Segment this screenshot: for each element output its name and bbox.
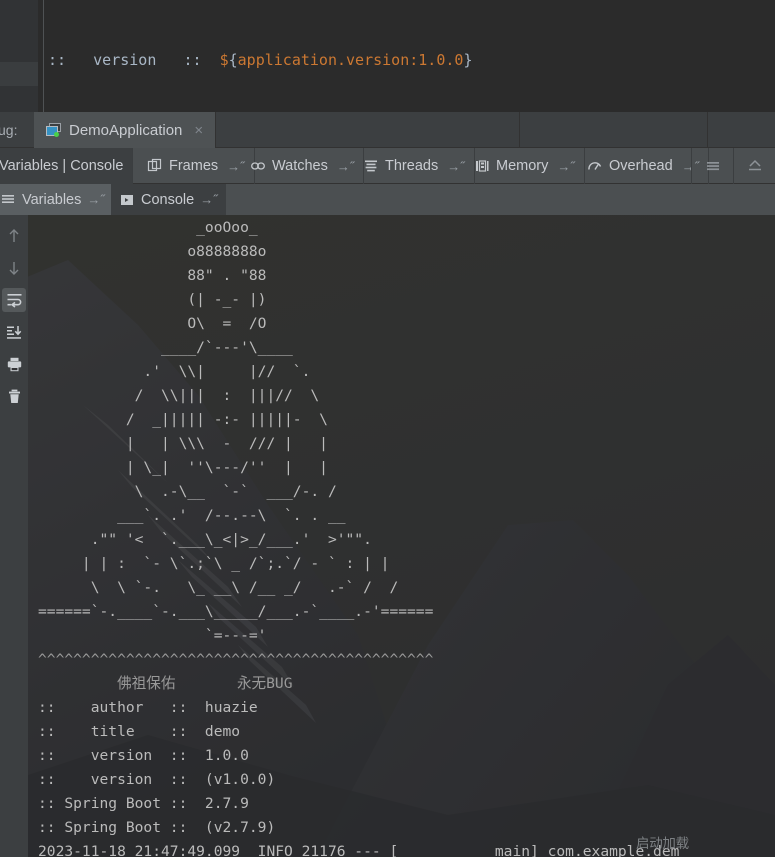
pin-icon[interactable]: →˝ — [447, 159, 464, 174]
scroll-to-end-button[interactable] — [2, 320, 26, 344]
subtab-console[interactable]: Console →˝ — [111, 184, 226, 215]
console-text-content[interactable]: _ooOoo_ o8888888o 88" . "88 (| -_- |) O\… — [28, 215, 775, 857]
scroll-down-icon — [9, 262, 19, 275]
tab-memory[interactable]: Memory →˝ — [465, 148, 585, 184]
console-info-line: :: author :: huazie — [38, 699, 258, 716]
console-info-line: :: version :: 1.0.0 — [38, 747, 249, 764]
editor-gutter-divider — [43, 0, 44, 112]
scroll-to-end-icon — [6, 325, 21, 339]
editor-line-sep: :: — [183, 51, 220, 69]
print-icon — [7, 357, 21, 371]
editor-strip: :: version :: ${application.version:1.0.… — [0, 0, 775, 288]
console-scrollbar[interactable] — [763, 215, 775, 857]
console-panel: _ooOoo_ o8888888o 88" . "88 (| -_- |) O\… — [0, 215, 775, 857]
console-output-area[interactable]: _ooOoo_ o8888888o 88" . "88 (| -_- |) O\… — [28, 215, 775, 857]
subtab-console-label: Console — [141, 191, 195, 208]
console-info-line: :: Spring Boot :: (v2.7.9) — [38, 819, 276, 836]
soft-wrap-icon — [7, 293, 21, 308]
editor-placeholder-open: { — [228, 51, 238, 69]
debug-window-label: ug: — [0, 121, 18, 138]
console-icon — [121, 194, 133, 205]
subtab-variables[interactable]: Variables →˝ — [0, 184, 113, 215]
editor-content[interactable]: :: version :: ${application.version:1.0.… — [48, 0, 775, 288]
console-caret-line: ^^^^^^^^^^^^^^^^^^^^^^^^^^^^^^^^^^^^^^^^… — [38, 651, 434, 668]
tab-overhead-label: Overhead — [609, 158, 673, 174]
export-button[interactable] — [733, 148, 775, 184]
debug-tool-window-header: ug: DemoApplication × — [0, 112, 775, 148]
layout-settings-icon — [706, 162, 719, 171]
tab-frames-label: Frames — [169, 158, 219, 174]
close-icon[interactable]: × — [194, 122, 203, 139]
console-info-line: :: version :: (v1.0.0) — [38, 771, 276, 788]
layout-settings-button[interactable] — [691, 148, 733, 184]
debugger-toolbar: Variables | Console Frames →˝ Watches →˝… — [0, 148, 775, 184]
loading-watermark-label: 启动加载 — [636, 836, 689, 851]
print-button[interactable] — [2, 352, 26, 376]
editor-placeholder-close: } — [463, 51, 473, 69]
editor-gutter-current-line — [0, 62, 38, 86]
debug-session-tab-label: DemoApplication — [69, 121, 183, 139]
variables-console-label: Variables | Console — [0, 158, 124, 174]
console-blessing-line: 佛祖保佑 永无BUG — [38, 675, 293, 692]
editor-placeholder-prop: application.version:1.0.0 — [237, 51, 464, 69]
threads-icon — [365, 160, 377, 172]
pin-icon[interactable]: →˝ — [200, 192, 217, 207]
tab-variables-console[interactable]: Variables | Console — [0, 148, 134, 184]
trash-icon — [8, 389, 20, 403]
console-log-line: 2023-11-18 21:47:49.099 INFO 21176 --- [… — [38, 843, 680, 857]
tab-frames[interactable]: Frames →˝ — [138, 148, 255, 184]
scroll-up-button[interactable] — [2, 224, 26, 248]
tab-watches-label: Watches — [272, 158, 328, 174]
tab-threads[interactable]: Threads →˝ — [354, 148, 475, 184]
application-window-icon — [46, 122, 61, 138]
console-info-line: :: Spring Boot :: 2.7.9 — [38, 795, 249, 812]
pin-icon[interactable]: →˝ — [337, 159, 354, 174]
variables-icon — [2, 194, 14, 203]
console-action-gutter — [0, 215, 28, 857]
editor-line-key: version — [75, 51, 184, 69]
tab-watches[interactable]: Watches →˝ — [241, 148, 365, 184]
pin-icon[interactable]: →˝ — [557, 159, 574, 174]
tab-memory-label: Memory — [496, 158, 549, 174]
frames-icon — [147, 158, 162, 172]
tab-overhead[interactable]: Overhead →˝ — [578, 148, 710, 184]
subtab-variables-label: Variables — [22, 191, 82, 208]
console-banner-ascii: _ooOoo_ o8888888o 88" . "88 (| -_- |) O\… — [38, 219, 434, 644]
memory-icon — [476, 160, 489, 172]
console-subtab-bar: Variables →˝ Console →˝ — [0, 184, 775, 215]
console-info-line: :: title :: demo — [38, 723, 241, 740]
tab-threads-label: Threads — [385, 158, 439, 174]
toolbar-right-actions — [691, 148, 775, 184]
debug-session-tab-demoapplication[interactable]: DemoApplication × — [34, 112, 217, 148]
scroll-up-icon — [9, 229, 19, 242]
tab-slot-empty-2 — [520, 112, 708, 148]
soft-wrap-button[interactable] — [2, 288, 26, 312]
tab-slot-empty-1 — [232, 112, 520, 148]
overhead-icon — [588, 162, 602, 170]
watches-icon — [251, 162, 265, 170]
export-icon — [748, 159, 761, 171]
pin-icon[interactable]: →˝ — [87, 192, 104, 207]
clear-console-button[interactable] — [2, 384, 26, 408]
editor-line-prefix: :: — [48, 51, 76, 69]
editor-line[interactable]: :: version :: ${application.version:1.0.… — [48, 48, 775, 72]
editor-placeholder-dollar: $ — [219, 51, 229, 69]
scroll-down-button[interactable] — [2, 256, 26, 280]
editor-gutter — [0, 0, 38, 112]
